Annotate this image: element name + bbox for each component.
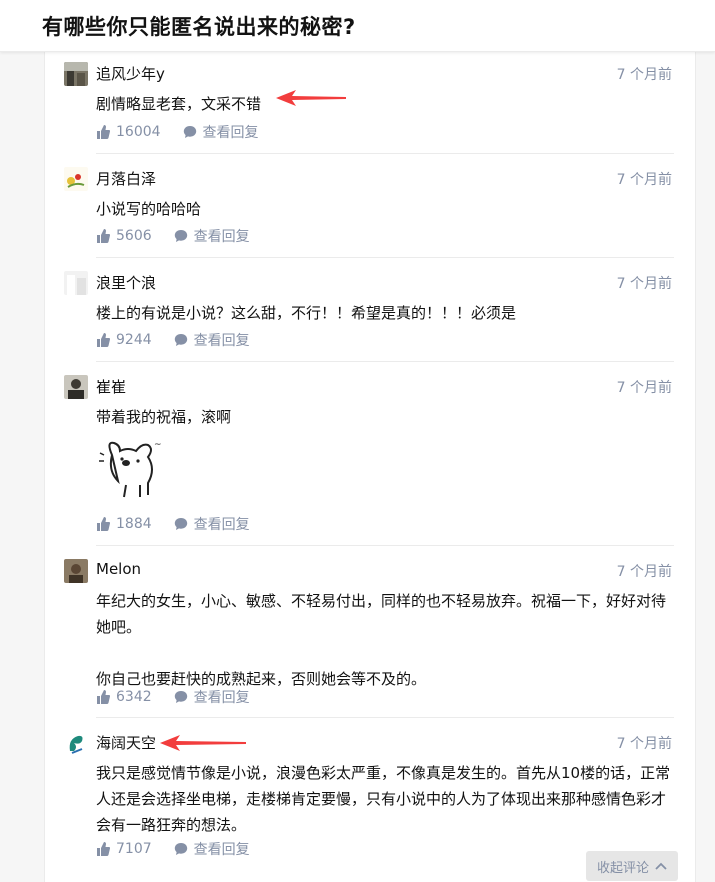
view-replies-button[interactable]: 查看回复 bbox=[174, 514, 250, 534]
thumbs-up-icon bbox=[97, 333, 110, 347]
comment-item: 月落白泽 7 个月前 小说写的哈哈哈 5606 查看回复 bbox=[64, 167, 674, 247]
comment-divider bbox=[96, 545, 674, 546]
comment-bubble-icon bbox=[174, 843, 187, 855]
view-replies-label: 查看回复 bbox=[193, 517, 250, 533]
comment-item: Melon 7 个月前 年纪大的女生，小心、敏感、不轻易付出，同样的也不轻易放弃… bbox=[64, 559, 674, 709]
thumbs-up-icon bbox=[97, 690, 110, 704]
comment-content: 剧情略显老套，文采不错 bbox=[96, 91, 676, 117]
view-replies-button[interactable]: 查看回复 bbox=[174, 687, 250, 707]
like-button[interactable]: 6342 bbox=[96, 689, 152, 705]
comment-actions: 6342 查看回复 bbox=[96, 687, 250, 707]
comment-item: 海阔天空 7 个月前 我只是感觉情节像是小说，浪漫色彩太严重，不像真是发生的。首… bbox=[64, 731, 674, 871]
like-button[interactable]: 16004 bbox=[96, 124, 161, 140]
avatar[interactable] bbox=[64, 375, 88, 399]
avatar[interactable] bbox=[64, 559, 88, 583]
view-replies-label: 查看回复 bbox=[193, 229, 250, 245]
comment-time: 7 个月前 bbox=[616, 172, 672, 188]
comment-content: 带着我的祝福，滚啊 bbox=[96, 404, 676, 430]
comment-actions: 7107 查看回复 bbox=[96, 839, 250, 859]
comment-time: 7 个月前 bbox=[616, 276, 672, 292]
annotation-arrow bbox=[160, 735, 246, 751]
comment-bubble-icon bbox=[183, 126, 196, 138]
comment-content: 小说写的哈哈哈 bbox=[96, 196, 676, 222]
comment-author[interactable]: Melon bbox=[96, 560, 141, 578]
comment-author[interactable]: 海阔天空 bbox=[96, 732, 156, 753]
comment-text: 小说写的哈哈哈 bbox=[96, 200, 202, 218]
thumbs-up-icon bbox=[97, 517, 110, 531]
comment-time: 7 个月前 bbox=[616, 736, 672, 752]
comment-actions: 9244 查看回复 bbox=[96, 330, 250, 350]
comment-item: 追风少年y 7 个月前 剧情略显老套，文采不错 16004 查看回复 bbox=[64, 62, 674, 142]
comment-divider bbox=[96, 153, 674, 154]
comment-content: 我只是感觉情节像是小说，浪漫色彩太严重，不像真是发生的。首先从10楼的话，正常人… bbox=[96, 760, 676, 838]
thumbs-up-icon bbox=[97, 229, 110, 243]
sticker-image: ~ bbox=[99, 440, 162, 498]
svg-text:~: ~ bbox=[154, 440, 162, 450]
comment-divider bbox=[96, 257, 674, 258]
comment-text: 楼上的有说是小说？这么甜，不行！！希望是真的！！！必须是 bbox=[96, 304, 517, 322]
like-button[interactable]: 5606 bbox=[96, 228, 152, 244]
view-replies-button[interactable]: 查看回复 bbox=[174, 330, 250, 350]
avatar[interactable] bbox=[64, 731, 88, 755]
view-replies-label: 查看回复 bbox=[193, 333, 250, 349]
avatar[interactable] bbox=[64, 271, 88, 295]
collapse-comments-label: 收起评论 bbox=[596, 860, 649, 876]
like-count: 5606 bbox=[116, 228, 152, 244]
chevron-up-icon bbox=[655, 862, 667, 870]
thumbs-up-icon bbox=[97, 125, 110, 139]
comment-time: 7 个月前 bbox=[616, 67, 672, 83]
comment-time: 7 个月前 bbox=[616, 564, 672, 580]
comment-author[interactable]: 浪里个浪 bbox=[96, 272, 156, 293]
avatar[interactable] bbox=[64, 167, 88, 191]
view-replies-button[interactable]: 查看回复 bbox=[174, 226, 250, 246]
question-header: 有哪些你只能匿名说出来的秘密? bbox=[0, 0, 715, 52]
comment-divider bbox=[96, 717, 674, 718]
like-count: 6342 bbox=[116, 689, 152, 705]
like-button[interactable]: 1884 bbox=[96, 516, 152, 532]
comment-content: 年纪大的女生，小心、敏感、不轻易付出，同样的也不轻易放弃。祝福一下，好好对待她吧… bbox=[96, 588, 676, 692]
comment-actions: 16004 查看回复 bbox=[96, 122, 259, 142]
comment-divider bbox=[96, 361, 674, 362]
comment-actions: 1884 查看回复 bbox=[96, 514, 250, 534]
like-count: 7107 bbox=[116, 841, 152, 857]
view-replies-label: 查看回复 bbox=[193, 690, 250, 706]
comment-author[interactable]: 追风少年y bbox=[96, 63, 165, 84]
comment-author[interactable]: 崔崔 bbox=[96, 376, 126, 397]
comment-text: 年纪大的女生，小心、敏感、不轻易付出，同样的也不轻易放弃。祝福一下，好好对待她吧… bbox=[96, 592, 667, 636]
comment-bubble-icon bbox=[174, 230, 187, 242]
annotation-arrow bbox=[276, 90, 346, 106]
comment-bubble-icon bbox=[174, 334, 187, 346]
comment-item: 崔崔 7 个月前 带着我的祝福，滚啊 ~ 1884 查看回复 bbox=[64, 375, 674, 539]
comment-time: 7 个月前 bbox=[616, 380, 672, 396]
view-replies-label: 查看回复 bbox=[202, 125, 259, 141]
comment-author[interactable]: 月落白泽 bbox=[96, 168, 156, 189]
comment-bubble-icon bbox=[174, 518, 187, 530]
view-replies-button[interactable]: 查看回复 bbox=[183, 122, 259, 142]
like-count: 16004 bbox=[116, 124, 161, 140]
like-count: 9244 bbox=[116, 332, 152, 348]
view-replies-label: 查看回复 bbox=[193, 842, 250, 858]
thumbs-up-icon bbox=[97, 842, 110, 856]
collapse-comments-button[interactable]: 收起评论 bbox=[586, 851, 678, 881]
comment-text: 带着我的祝福，滚啊 bbox=[96, 408, 232, 426]
like-count: 1884 bbox=[116, 516, 152, 532]
comment-actions: 5606 查看回复 bbox=[96, 226, 250, 246]
comment-content: 楼上的有说是小说？这么甜，不行！！希望是真的！！！必须是 bbox=[96, 300, 676, 326]
view-replies-button[interactable]: 查看回复 bbox=[174, 839, 250, 859]
comment-text: 我只是感觉情节像是小说，浪漫色彩太严重，不像真是发生的。首先从10楼的话，正常人… bbox=[96, 764, 671, 834]
like-button[interactable]: 9244 bbox=[96, 332, 152, 348]
comment-text: 剧情略显老套，文采不错 bbox=[96, 95, 262, 113]
comment-bubble-icon bbox=[174, 691, 187, 703]
like-button[interactable]: 7107 bbox=[96, 841, 152, 857]
question-title: 有哪些你只能匿名说出来的秘密? bbox=[42, 15, 356, 39]
comment-item: 浪里个浪 7 个月前 楼上的有说是小说？这么甜，不行！！希望是真的！！！必须是 … bbox=[64, 271, 674, 351]
avatar[interactable] bbox=[64, 62, 88, 86]
